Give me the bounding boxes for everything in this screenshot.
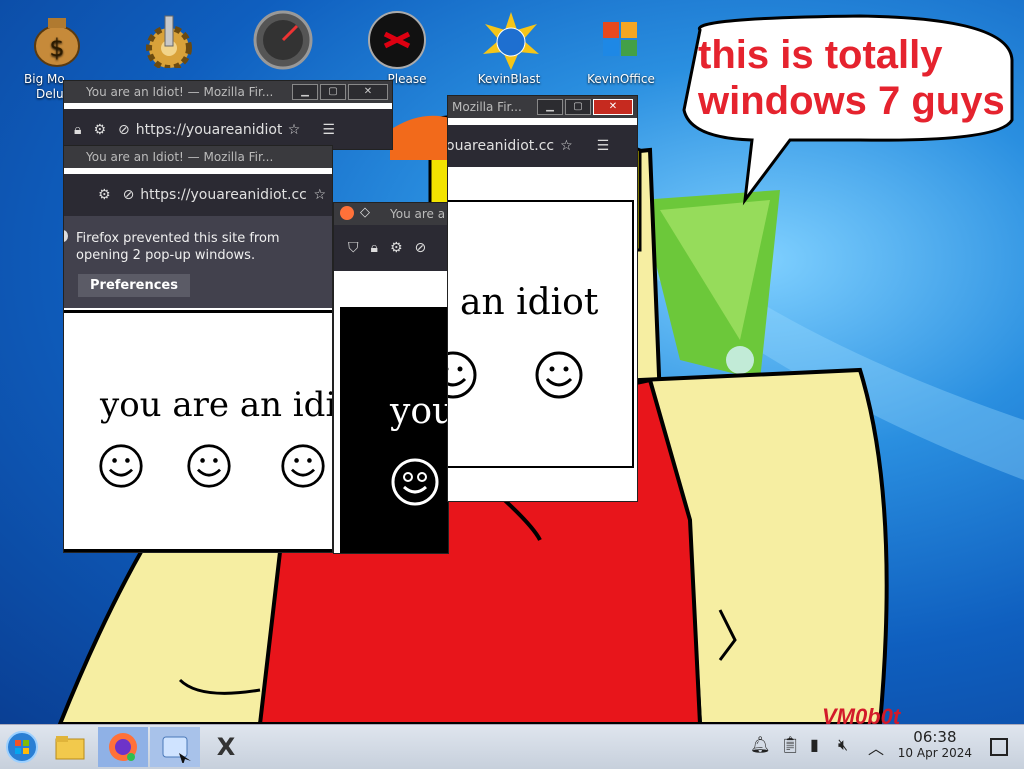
desktop: this is totally windows 7 guys VM0b0t $ … bbox=[0, 0, 1024, 724]
menu-icon[interactable]: ☰ bbox=[597, 138, 610, 154]
window-controls: ▁ ▢ ✕ bbox=[537, 99, 633, 115]
star-icon[interactable]: ☆ bbox=[288, 122, 301, 138]
url-text[interactable]: https://youareanidiot bbox=[136, 122, 282, 138]
smiley-icon bbox=[535, 351, 583, 399]
desktop-icon-please[interactable]: Please bbox=[352, 10, 442, 87]
taskbar-firefox[interactable] bbox=[98, 727, 148, 767]
browser-toolbar: ouareanidiot.cc ☆ ☰ bbox=[448, 125, 637, 167]
smiley-icon bbox=[99, 444, 143, 488]
x-app-icon: X bbox=[216, 733, 236, 761]
smiley-icon bbox=[448, 351, 477, 399]
taskbar-file-manager[interactable] bbox=[48, 727, 92, 767]
maximize-button[interactable]: ▢ bbox=[565, 99, 591, 115]
speech-bubble-line1: this is totally bbox=[698, 33, 943, 77]
kevinoffice-icon bbox=[591, 10, 651, 70]
headline-text: you bbox=[390, 391, 449, 432]
shield-icon[interactable]: ⛉ bbox=[348, 240, 359, 256]
tracking-blocked-icon[interactable]: ⊘ bbox=[123, 187, 135, 203]
desktop-icon-kevinoffice[interactable]: KevinOffice bbox=[576, 10, 666, 87]
preferences-button[interactable]: Preferences bbox=[78, 274, 190, 297]
info-icon bbox=[64, 230, 68, 242]
close-button[interactable]: ✕ bbox=[593, 99, 633, 115]
clock-time: 06:38 bbox=[913, 728, 957, 746]
desktop-icon-speedometer[interactable] bbox=[238, 10, 328, 72]
desktop-icon-label: KevinOffice bbox=[587, 72, 655, 86]
headline-text: an idiot bbox=[460, 282, 599, 323]
smiley-icon bbox=[391, 458, 439, 506]
page-content: an idiot bbox=[448, 200, 634, 468]
browser-toolbar: ⛉ 🔒︎ ⚙ ⊘ bbox=[334, 225, 448, 271]
star-icon[interactable]: ☆ bbox=[313, 187, 326, 203]
browser-window-3[interactable]: Mozilla Fir... ▁ ▢ ✕ ouareanidiot.cc ☆ ☰… bbox=[447, 95, 638, 502]
artist-signature: VM0b0t bbox=[822, 704, 901, 724]
start-button[interactable] bbox=[0, 727, 44, 767]
firefox-icon bbox=[340, 206, 354, 220]
browser-window-4[interactable]: You are a ◇ ⛉ 🔒︎ ⚙ ⊘ you bbox=[333, 202, 449, 554]
money-bag-icon: $ bbox=[27, 10, 87, 70]
popup-blocked-notification: Firefox prevented this site from opening… bbox=[64, 216, 332, 308]
notification-bell-icon[interactable]: 🔔︎ bbox=[750, 735, 770, 754]
browser-window-1[interactable]: You are an Idiot! — Mozilla Fir... ▁ ▢ ✕… bbox=[63, 80, 393, 150]
browser-toolbar: 🔒︎ ⚙ ⊘ https://youareanidiot ☆ ☰ bbox=[64, 109, 392, 149]
tracking-blocked-icon[interactable]: ⊘ bbox=[118, 122, 130, 138]
volume-muted-icon[interactable]: 🔇︎ bbox=[838, 735, 848, 755]
kevinblast-icon bbox=[479, 10, 539, 70]
window-titlebar[interactable]: You are an Idiot! — Mozilla Fir... bbox=[64, 146, 332, 168]
pin-icon[interactable]: ◇ bbox=[360, 205, 370, 220]
browser-toolbar: ⚙ ⊘ https://youareanidiot.cc ☆ bbox=[64, 174, 332, 216]
permissions-icon[interactable]: ⚙ bbox=[390, 240, 403, 256]
maximize-button[interactable]: ▢ bbox=[320, 84, 346, 100]
taskbar-app[interactable] bbox=[150, 727, 200, 767]
desktop-icon-label: KevinBlast bbox=[477, 72, 541, 86]
speech-bubble-line2: windows 7 guys bbox=[698, 79, 1005, 123]
drawing-orange-sun bbox=[390, 115, 450, 160]
clock-date: 10 Apr 2024 bbox=[897, 746, 972, 760]
app-icon bbox=[162, 736, 191, 763]
speedometer-icon bbox=[253, 10, 313, 70]
minimize-button[interactable]: ▁ bbox=[537, 99, 563, 115]
desktop-icon-gear[interactable] bbox=[124, 10, 214, 72]
lock-icon[interactable]: 🔒︎ bbox=[371, 240, 378, 256]
url-text[interactable]: ouareanidiot.cc bbox=[448, 138, 554, 154]
show-desktop-button[interactable] bbox=[990, 738, 1008, 756]
permissions-icon[interactable]: ⚙ bbox=[93, 122, 106, 138]
window-title: You are an Idiot! — Mozilla Fir... bbox=[86, 150, 274, 164]
close-button[interactable]: ✕ bbox=[348, 84, 388, 100]
clipboard-icon[interactable]: 📋︎ bbox=[780, 735, 800, 754]
battery-icon[interactable]: ▮ bbox=[810, 735, 819, 754]
page-content: you bbox=[340, 307, 449, 553]
star-icon[interactable]: ☆ bbox=[560, 138, 573, 154]
chevron-up-icon[interactable]: ︿ bbox=[868, 735, 884, 759]
browser-window-2[interactable]: You are an Idiot! — Mozilla Fir... ▁ ▢ ⚙… bbox=[63, 145, 333, 553]
window-title: Mozilla Fir... bbox=[452, 100, 522, 114]
window-controls: ▁ ▢ ✕ bbox=[292, 84, 388, 100]
lock-icon[interactable]: 🔒︎ bbox=[74, 122, 81, 138]
headline-text: you are an idiot bbox=[100, 385, 332, 425]
taskbar: X 🔔︎ 📋︎ ▮ 🔇︎ ︿ 06:38 10 Apr 2024 bbox=[0, 724, 1024, 769]
window-title: You are a bbox=[390, 207, 446, 221]
gear-icon bbox=[139, 10, 199, 70]
menu-icon[interactable]: ☰ bbox=[322, 122, 335, 138]
wallpaper-glow bbox=[726, 346, 754, 374]
smiley-icon bbox=[281, 444, 325, 488]
folder-icon bbox=[55, 736, 85, 760]
smiley-icon bbox=[187, 444, 231, 488]
start-orb-icon bbox=[6, 731, 38, 763]
desktop-icon-kevinblast[interactable]: KevinBlast bbox=[464, 10, 554, 87]
clock[interactable]: 06:38 10 Apr 2024 bbox=[898, 729, 972, 761]
notification-text: Firefox prevented this site from opening… bbox=[76, 231, 280, 263]
permissions-icon[interactable]: ⚙ bbox=[98, 187, 111, 203]
speech-bubble-text: this is totally windows 7 guys bbox=[698, 32, 1005, 124]
taskbar-x-app[interactable]: X bbox=[204, 727, 248, 767]
page-content: you are an idiot bbox=[64, 310, 332, 552]
virus-icon bbox=[367, 10, 427, 70]
window-title: You are an Idiot! — Mozilla Fir... bbox=[86, 85, 274, 99]
url-text[interactable]: https://youareanidiot.cc bbox=[140, 187, 307, 203]
svg-text:$: $ bbox=[49, 34, 64, 62]
tracking-blocked-icon[interactable]: ⊘ bbox=[415, 240, 427, 256]
firefox-icon bbox=[109, 733, 137, 761]
minimize-button[interactable]: ▁ bbox=[292, 84, 318, 100]
